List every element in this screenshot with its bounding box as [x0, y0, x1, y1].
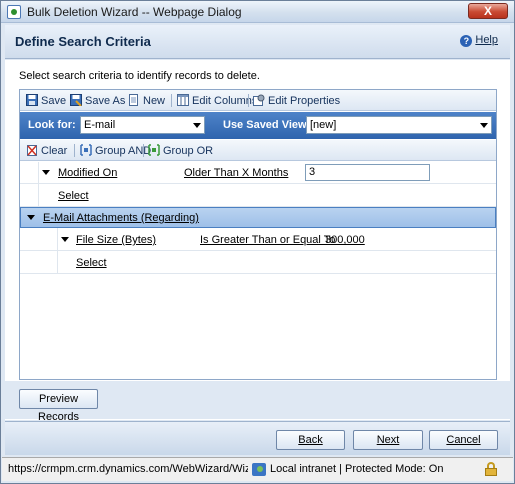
toolbar-divider — [248, 94, 249, 107]
status-url: https://crmpm.crm.dynamics.com/WebWizard… — [8, 463, 248, 475]
help-link[interactable]: ? Help — [460, 34, 498, 47]
instructions-text: Select search criteria to identify recor… — [19, 70, 260, 82]
group-and-icon — [80, 144, 92, 156]
row-menu-arrow-icon[interactable] — [27, 215, 35, 220]
operator[interactable]: Is Greater Than or Equal To — [200, 234, 335, 246]
back-button[interactable]: Back — [276, 430, 345, 450]
preview-records-button[interactable]: Preview Records — [19, 389, 98, 423]
look-for-value: E-mail — [84, 119, 116, 131]
save-button[interactable]: Save — [26, 94, 66, 107]
window-title: Bulk Deletion Wizard -- Webpage Dialog — [27, 5, 242, 19]
related-entity-row[interactable]: E-Mail Attachments (Regarding) — [20, 207, 496, 228]
select-field-link[interactable]: Select — [58, 190, 89, 202]
criteria-panel: Save Save As New Edit Columns Edit Prope… — [19, 89, 497, 380]
edit-columns-button[interactable]: Edit Columns — [177, 94, 257, 107]
dialog-window: Bulk Deletion Wizard -- Webpage Dialog X… — [0, 0, 515, 484]
clear-icon — [27, 145, 37, 156]
look-for-bar: Look for: E-mail Use Saved View: [new] — [20, 112, 496, 139]
group-or-icon — [148, 144, 160, 156]
saved-view-label: Use Saved View: — [223, 119, 311, 131]
ie-page-icon — [7, 5, 21, 19]
toolbar-divider — [74, 144, 75, 157]
intranet-zone-icon — [252, 463, 266, 476]
select-row: Select — [20, 252, 496, 274]
look-for-label: Look for: — [28, 119, 76, 131]
edit-properties-button[interactable]: Edit Properties — [253, 94, 340, 107]
status-bar: https://crmpm.crm.dynamics.com/WebWizard… — [2, 457, 513, 481]
page-title: Define Search Criteria — [15, 34, 151, 49]
row-menu-arrow-icon[interactable] — [61, 237, 69, 242]
criteria-row: File Size (Bytes) Is Greater Than or Equ… — [20, 229, 496, 251]
new-document-icon — [129, 94, 138, 106]
lock-icon[interactable] — [485, 462, 497, 476]
properties-icon — [253, 94, 265, 106]
select-row: Select — [20, 185, 496, 207]
criteria-toolbar: Clear Group AND Group OR — [20, 140, 496, 161]
related-entity-name[interactable]: E-Mail Attachments (Regarding) — [43, 212, 199, 224]
status-zone: Local intranet | Protected Mode: On — [270, 463, 444, 475]
save-as-icon — [70, 94, 82, 106]
cancel-button[interactable]: Cancel — [429, 430, 498, 450]
criteria-row: Modified On Older Than X Months 3 — [20, 162, 496, 184]
new-button[interactable]: New — [128, 94, 165, 107]
columns-icon — [177, 94, 189, 106]
group-and-button[interactable]: Group AND — [80, 144, 151, 157]
chevron-down-icon — [193, 123, 201, 128]
clear-button[interactable]: Clear — [26, 144, 67, 157]
operator[interactable]: Older Than X Months — [184, 167, 288, 179]
saved-view-value: [new] — [310, 119, 337, 131]
row-menu-arrow-icon[interactable] — [42, 170, 50, 175]
value-text[interactable]: 300,000 — [325, 234, 365, 246]
toolbar-divider — [143, 144, 144, 157]
field-name[interactable]: Modified On — [58, 167, 117, 179]
saved-view-select[interactable]: [new] — [306, 116, 492, 134]
look-for-select[interactable]: E-mail — [80, 116, 205, 134]
wizard-content: Select search criteria to identify recor… — [5, 60, 510, 420]
wizard-footer: Back Next Cancel — [5, 421, 510, 455]
close-button[interactable]: X — [468, 3, 508, 19]
value-input[interactable]: 3 — [305, 164, 430, 181]
title-bar: Bulk Deletion Wizard -- Webpage Dialog X — [1, 1, 514, 23]
group-or-button[interactable]: Group OR — [148, 144, 213, 157]
select-field-link[interactable]: Select — [76, 257, 107, 269]
wizard-header: Define Search Criteria ? Help — [5, 25, 510, 59]
query-toolbar: Save Save As New Edit Columns Edit Prope… — [20, 90, 496, 111]
toolbar-divider — [171, 94, 172, 107]
floppy-disk-icon — [26, 94, 38, 106]
chevron-down-icon — [480, 123, 488, 128]
save-as-button[interactable]: Save As — [70, 94, 125, 107]
preview-area: Preview Records — [5, 381, 510, 423]
help-icon: ? — [460, 35, 473, 47]
next-button[interactable]: Next — [353, 430, 423, 450]
help-label: Help — [475, 34, 498, 46]
field-name[interactable]: File Size (Bytes) — [76, 234, 156, 246]
